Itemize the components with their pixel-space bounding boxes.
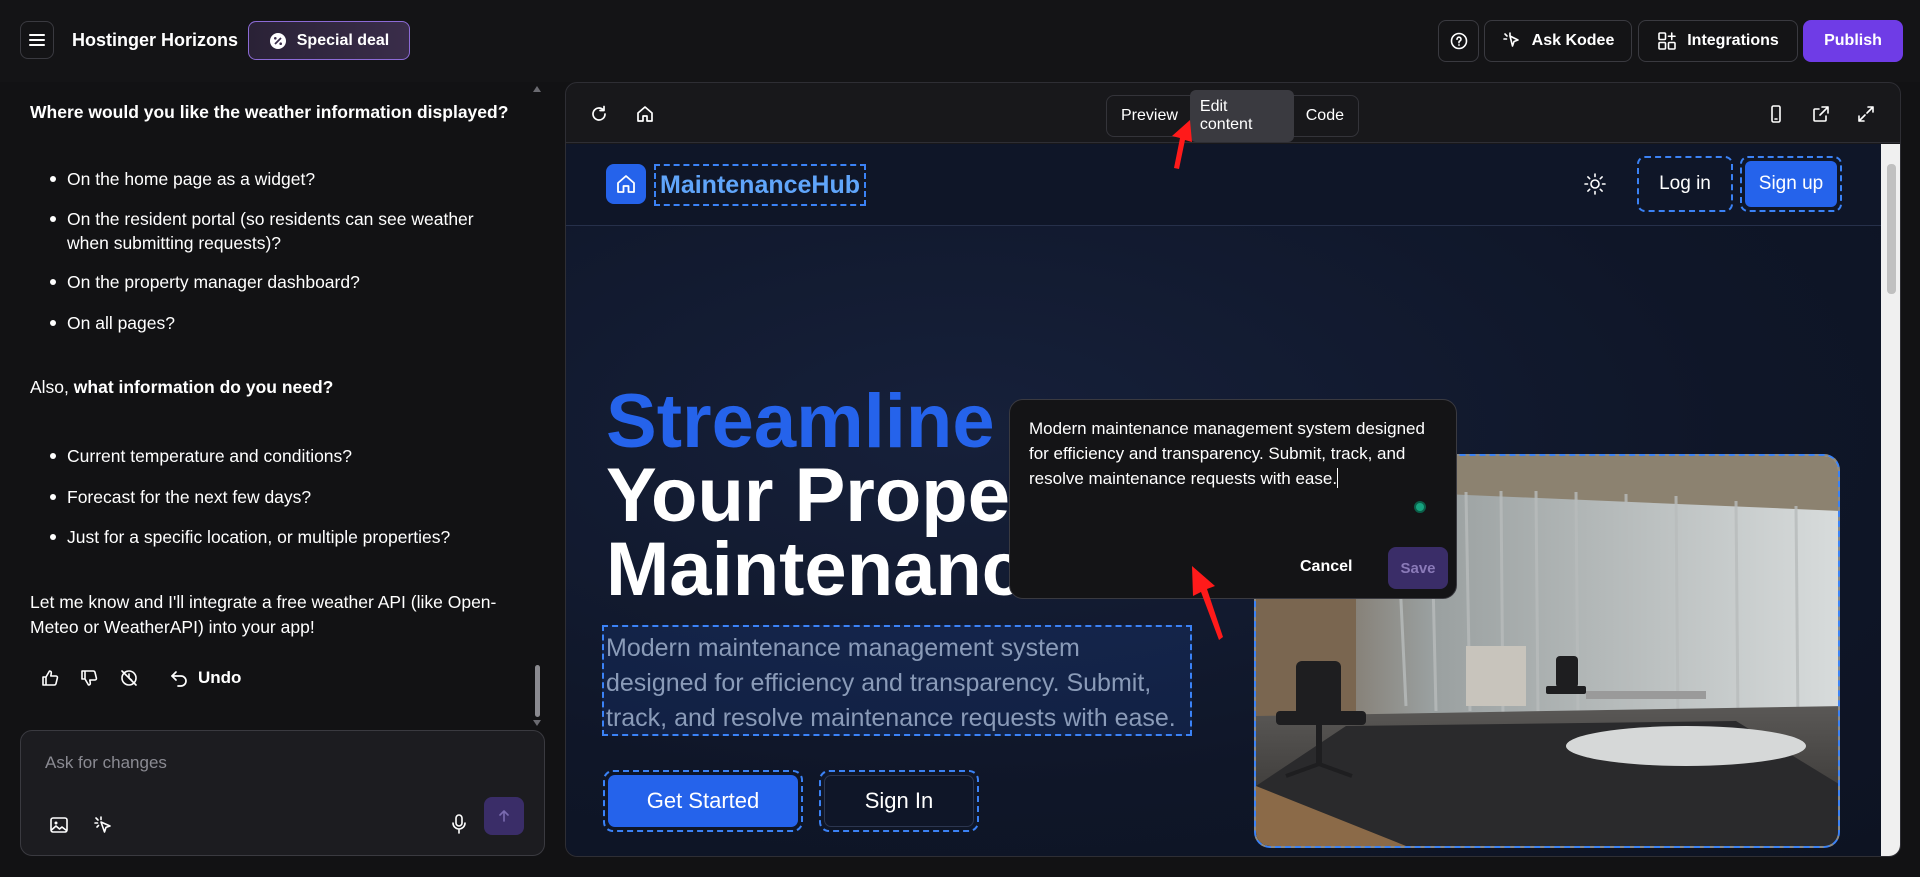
restore-button[interactable]: [119, 668, 139, 688]
microphone-button[interactable]: [449, 813, 469, 835]
external-link-icon: [1813, 106, 1829, 122]
ask-kodee-button[interactable]: Ask Kodee: [1484, 20, 1632, 62]
thumbs-up-button[interactable]: [40, 668, 60, 688]
chat-panel: Where would you like the weather informa…: [0, 82, 548, 722]
percent-badge-icon: [269, 32, 286, 49]
mobile-view-button[interactable]: [1766, 104, 1786, 124]
save-button[interactable]: Save: [1388, 547, 1448, 589]
open-new-tab-button[interactable]: [1811, 104, 1831, 124]
mobile-icon: [1771, 105, 1781, 123]
undo-arrow-icon: [171, 671, 187, 687]
site-navbar: MaintenanceHub Log in Sign up: [566, 144, 1881, 226]
app-title: Hostinger Horizons: [72, 30, 239, 50]
list-item: Current temperature and conditions?: [50, 444, 507, 468]
preview-scrollbar-thumb[interactable]: [1887, 164, 1896, 294]
list-item: On the property manager dashboard?: [50, 270, 507, 294]
signup-label: Sign up: [1745, 161, 1837, 207]
image-icon: [50, 817, 68, 833]
help-icon: [1450, 32, 1467, 50]
signup-button[interactable]: Sign up: [1740, 156, 1842, 212]
help-button[interactable]: [1438, 20, 1479, 62]
chat-input-box: [20, 730, 545, 856]
publish-button[interactable]: Publish: [1803, 20, 1903, 62]
hero-headline-line3[interactable]: Maintenance: [606, 532, 1066, 608]
editor-textarea[interactable]: Modern maintenance management system des…: [1029, 416, 1437, 491]
tab-code[interactable]: Code: [1296, 99, 1354, 133]
chat-scrollbar[interactable]: [533, 86, 541, 726]
list-item: On the resident portal (so residents can…: [50, 207, 507, 255]
history-off-icon: [121, 670, 137, 686]
list-item: On the home page as a widget?: [50, 167, 507, 191]
special-deal-button[interactable]: Special deal: [248, 21, 410, 60]
preview-scrollbar[interactable]: [1881, 144, 1900, 856]
cancel-button[interactable]: Cancel: [1300, 558, 1352, 576]
view-mode-tabs: Preview Edit content Code: [1106, 90, 1359, 142]
fullscreen-button[interactable]: [1856, 104, 1876, 124]
hero-description[interactable]: Modern maintenance management system des…: [602, 625, 1192, 736]
thumbs-down-icon: [81, 670, 98, 686]
preview-toolbar: Preview Edit content Code: [566, 83, 1900, 143]
arrow-up-icon: [499, 810, 509, 822]
chat-question-location: Where would you like the weather informa…: [30, 102, 509, 122]
chat-closing: Let me know and I'll integrate a free we…: [30, 592, 497, 637]
microphone-icon: [452, 814, 466, 834]
menu-button[interactable]: [20, 21, 54, 59]
site-brand[interactable]: MaintenanceHub: [654, 164, 867, 206]
attach-image-button[interactable]: [49, 815, 69, 835]
list-item: Forecast for the next few days?: [50, 485, 507, 509]
sign-in-label: Sign In: [824, 775, 974, 827]
chat-input[interactable]: [45, 753, 505, 773]
list-item: Just for a specific location, or multipl…: [50, 525, 507, 549]
integrations-button[interactable]: Integrations: [1638, 20, 1798, 62]
get-started-label: Get Started: [608, 775, 798, 827]
login-button[interactable]: Log in: [1637, 156, 1733, 212]
home-button[interactable]: [635, 104, 655, 124]
tab-edit-content[interactable]: Edit content: [1189, 90, 1294, 142]
select-element-button[interactable]: [93, 815, 113, 835]
home-icon: [637, 106, 653, 122]
integrations-icon: [1658, 32, 1677, 50]
annotation-arrow-icon: [1192, 566, 1223, 640]
hamburger-icon: [29, 34, 45, 46]
refresh-icon: [592, 105, 606, 121]
thumbs-down-button[interactable]: [79, 668, 99, 688]
inline-text-editor: Modern maintenance management system des…: [1009, 399, 1457, 599]
site-logo[interactable]: [606, 164, 646, 204]
status-dot: [1414, 501, 1426, 513]
ask-kodee-label: Ask Kodee: [1531, 32, 1615, 49]
get-started-button[interactable]: Get Started: [603, 770, 803, 832]
scroll-up-arrow[interactable]: [533, 86, 541, 92]
hero-headline-line2[interactable]: Your Proper: [606, 458, 1040, 534]
special-deal-label: Special deal: [296, 31, 390, 49]
sun-icon: [1584, 173, 1606, 195]
chat-question-info: Also, what information do you need?: [30, 377, 334, 397]
sign-in-button[interactable]: Sign In: [819, 770, 979, 832]
scroll-down-arrow[interactable]: [533, 720, 541, 726]
list-item: On all pages?: [50, 311, 507, 335]
expand-icon: [1858, 106, 1874, 122]
text-caret: [1337, 468, 1339, 488]
annotation-arrow-icon: [1172, 120, 1192, 169]
thumbs-up-icon: [42, 670, 59, 686]
hero-headline-accent[interactable]: Streamline: [606, 384, 995, 460]
undo-label: Undo: [198, 668, 242, 687]
theme-toggle[interactable]: [1583, 172, 1607, 196]
integrations-label: Integrations: [1687, 32, 1779, 49]
pointer-click-icon: [94, 816, 111, 833]
undo-button[interactable]: Undo: [170, 668, 241, 688]
sparkle-cursor-icon: [1502, 32, 1519, 47]
reload-button[interactable]: [589, 104, 609, 124]
send-button[interactable]: [484, 797, 524, 835]
home-icon: [617, 175, 635, 193]
top-bar: Hostinger Horizons Special deal Ask Kode…: [0, 0, 1920, 82]
chat-scrollbar-thumb[interactable]: [535, 665, 540, 717]
